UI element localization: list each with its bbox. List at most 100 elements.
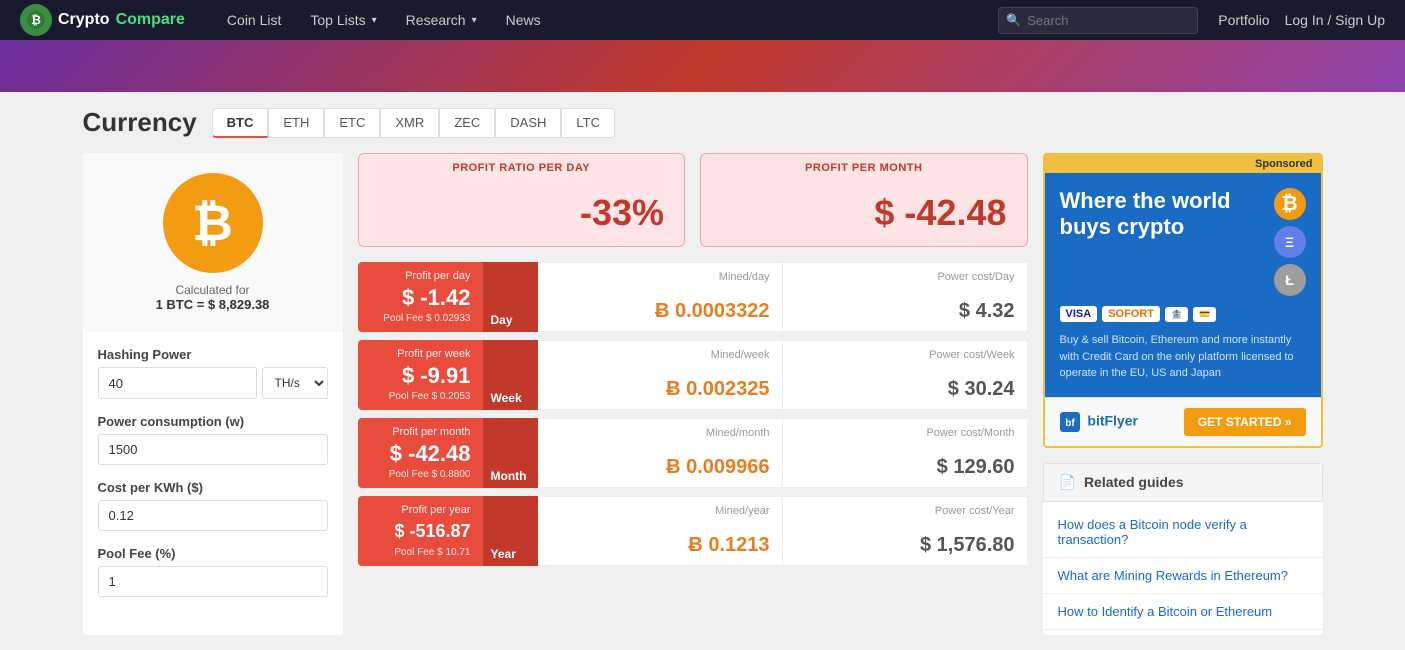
year-pool-fee: Pool Fee $ 10.71 — [370, 547, 471, 558]
brand-compare: Compare — [116, 11, 185, 29]
year-left-wrap: Profit per year $ -516.87 Pool Fee $ 10.… — [358, 496, 538, 566]
pool-fee-input[interactable] — [98, 566, 328, 597]
page-container: Currency BTC ETH ETC XMR ZEC DASH LTC ₿ … — [63, 92, 1343, 650]
month-left-wrap: Profit per month $ -42.48 Pool Fee $ 0.8… — [358, 418, 538, 488]
hashing-power-input[interactable] — [98, 367, 257, 399]
profit-month-header: PROFIT PER MONTH — [700, 153, 1028, 182]
brand-logo[interactable]: ₿ CryptoCompare — [20, 4, 185, 36]
month-mined-value: Ƀ 0.009966 — [550, 456, 770, 479]
power-consumption-input[interactable] — [98, 434, 328, 465]
nav-coin-list[interactable]: Coin List — [215, 4, 293, 36]
visa-logo: VISA — [1060, 306, 1098, 322]
month-period: Month — [483, 418, 538, 488]
tab-etc[interactable]: ETC — [324, 108, 380, 138]
inputs-section: Hashing Power TH/s GH/s MH/s Power consu… — [83, 332, 343, 627]
tab-xmr[interactable]: XMR — [380, 108, 439, 138]
power-consumption-group: Power consumption (w) — [98, 414, 328, 465]
main-grid: ₿ Calculated for 1 BTC = $ 8,829.38 Hash… — [83, 153, 1323, 635]
navbar: ₿ CryptoCompare Coin List Top Lists ▾ Re… — [0, 0, 1405, 40]
week-mined-cell: Mined/week Ƀ 0.002325 — [538, 340, 783, 410]
week-power-label: Power cost/Week — [795, 349, 1015, 361]
year-period: Year — [483, 496, 538, 566]
guide-list: How does a Bitcoin node verify a transac… — [1043, 502, 1323, 635]
currency-tabs: BTC ETH ETC XMR ZEC DASH LTC — [212, 108, 615, 138]
calc-value: 1 BTC = $ 8,829.38 — [156, 297, 270, 312]
week-profit-label: Profit per week — [370, 348, 471, 360]
year-mined-cell: Mined/year Ƀ 0.1213 — [538, 496, 783, 566]
tab-ltc[interactable]: LTC — [561, 108, 615, 138]
mining-row-day: Profit per day $ -1.42 Pool Fee $ 0.0293… — [358, 262, 1028, 332]
cost-per-kwh-input[interactable] — [98, 500, 328, 531]
banner — [0, 40, 1405, 92]
profit-ratio-card: PROFIT RATIO PER DAY -33% — [358, 153, 686, 247]
pool-fee-group: Pool Fee (%) — [98, 546, 328, 597]
guide-item-1[interactable]: How does a Bitcoin node verify a transac… — [1043, 507, 1323, 558]
brand-crypto: Crypto — [58, 11, 110, 29]
tab-dash[interactable]: DASH — [495, 108, 561, 138]
hashing-power-group: Hashing Power TH/s GH/s MH/s — [98, 347, 328, 399]
coin-icon: ₿ — [163, 173, 263, 273]
hashing-power-unit-select[interactable]: TH/s GH/s MH/s — [262, 367, 328, 399]
guide-item-3[interactable]: How to Identify a Bitcoin or Ethereum — [1043, 594, 1323, 630]
month-power-cell: Power cost/Month $ 129.60 — [783, 418, 1028, 488]
tab-eth[interactable]: ETH — [268, 108, 324, 138]
day-power-value: $ 4.32 — [795, 300, 1015, 323]
sofort-logo: SOFORT — [1102, 306, 1160, 322]
week-left-wrap: Profit per week $ -9.91 Pool Fee $ 0.205… — [358, 340, 538, 410]
week-mined-value: Ƀ 0.002325 — [550, 378, 770, 401]
bank-logo: 💳 — [1193, 307, 1216, 322]
sponsor-card: Sponsored Where the world buys crypto ₿ … — [1043, 153, 1323, 448]
day-profit-cell: Profit per day $ -1.42 Pool Fee $ 0.0293… — [358, 262, 483, 332]
nav-top-lists[interactable]: Top Lists ▾ — [298, 4, 388, 36]
day-pool-fee: Pool Fee $ 0.02933 — [370, 313, 471, 324]
week-profit-cell: Profit per week $ -9.91 Pool Fee $ 0.205… — [358, 340, 483, 410]
search-icon: 🔍 — [1006, 13, 1021, 27]
get-started-button[interactable]: GET STARTED » — [1184, 408, 1306, 436]
week-power-cell: Power cost/Week $ 30.24 — [783, 340, 1028, 410]
day-power-cell: Power cost/Day $ 4.32 — [783, 262, 1028, 332]
mining-table: Profit per day $ -1.42 Pool Fee $ 0.0293… — [358, 262, 1028, 566]
auth-link[interactable]: Log In / Sign Up — [1285, 12, 1385, 28]
svg-text:bf: bf — [1065, 418, 1075, 429]
left-panel: ₿ Calculated for 1 BTC = $ 8,829.38 Hash… — [83, 153, 343, 635]
year-mined-value: Ƀ 0.1213 — [550, 534, 770, 557]
year-power-label: Power cost/Year — [795, 505, 1015, 517]
nav-links: Coin List Top Lists ▾ Research ▾ News — [215, 4, 978, 36]
nav-right: Portfolio Log In / Sign Up — [1218, 12, 1385, 28]
tab-zec[interactable]: ZEC — [439, 108, 495, 138]
day-mined-value: Ƀ 0.0003322 — [550, 300, 770, 323]
research-chevron: ▾ — [472, 15, 477, 26]
cc-logo: 🏦 — [1165, 307, 1188, 322]
day-power-label: Power cost/Day — [795, 271, 1015, 283]
profit-ratio-value: -33% — [358, 182, 686, 247]
week-period: Week — [483, 340, 538, 410]
nav-research[interactable]: Research ▾ — [394, 4, 489, 36]
week-power-value: $ 30.24 — [795, 378, 1015, 401]
related-guides-header: 📄 Related guides — [1043, 463, 1323, 502]
sponsor-logos: VISA SOFORT 🏦 💳 — [1060, 306, 1306, 322]
sponsor-tag: Sponsored — [1045, 155, 1321, 173]
mining-row-year: Profit per year $ -516.87 Pool Fee $ 10.… — [358, 496, 1028, 566]
bitflyer-logo: bf bitFlyer — [1060, 412, 1138, 432]
year-profit-cell: Profit per year $ -516.87 Pool Fee $ 10.… — [358, 496, 483, 566]
year-power-cell: Power cost/Year $ 1,576.80 — [783, 496, 1028, 566]
sponsor-bottom: bf bitFlyer GET STARTED » — [1045, 397, 1321, 446]
sponsor-headline: Where the world buys crypto — [1060, 188, 1264, 241]
mining-row-week: Profit per week $ -9.91 Pool Fee $ 0.205… — [358, 340, 1028, 410]
profit-summary: PROFIT RATIO PER DAY -33% PROFIT PER MON… — [358, 153, 1028, 247]
related-guides: 📄 Related guides How does a Bitcoin node… — [1043, 463, 1323, 635]
nav-news[interactable]: News — [494, 4, 553, 36]
power-consumption-label: Power consumption (w) — [98, 414, 328, 429]
month-profit-cell: Profit per month $ -42.48 Pool Fee $ 0.8… — [358, 418, 483, 488]
month-mined-cell: Mined/month Ƀ 0.009966 — [538, 418, 783, 488]
day-profit-label: Profit per day — [370, 270, 471, 282]
search-input[interactable] — [998, 7, 1198, 34]
guide-item-2[interactable]: What are Mining Rewards in Ethereum? — [1043, 558, 1323, 594]
tab-btc[interactable]: BTC — [212, 108, 269, 138]
top-lists-chevron: ▾ — [372, 15, 377, 26]
currency-header: Currency BTC ETH ETC XMR ZEC DASH LTC — [83, 107, 1323, 138]
middle-panel: PROFIT RATIO PER DAY -33% PROFIT PER MON… — [358, 153, 1028, 635]
day-mined-label: Mined/day — [550, 271, 770, 283]
year-power-value: $ 1,576.80 — [795, 534, 1015, 557]
portfolio-link[interactable]: Portfolio — [1218, 12, 1269, 28]
